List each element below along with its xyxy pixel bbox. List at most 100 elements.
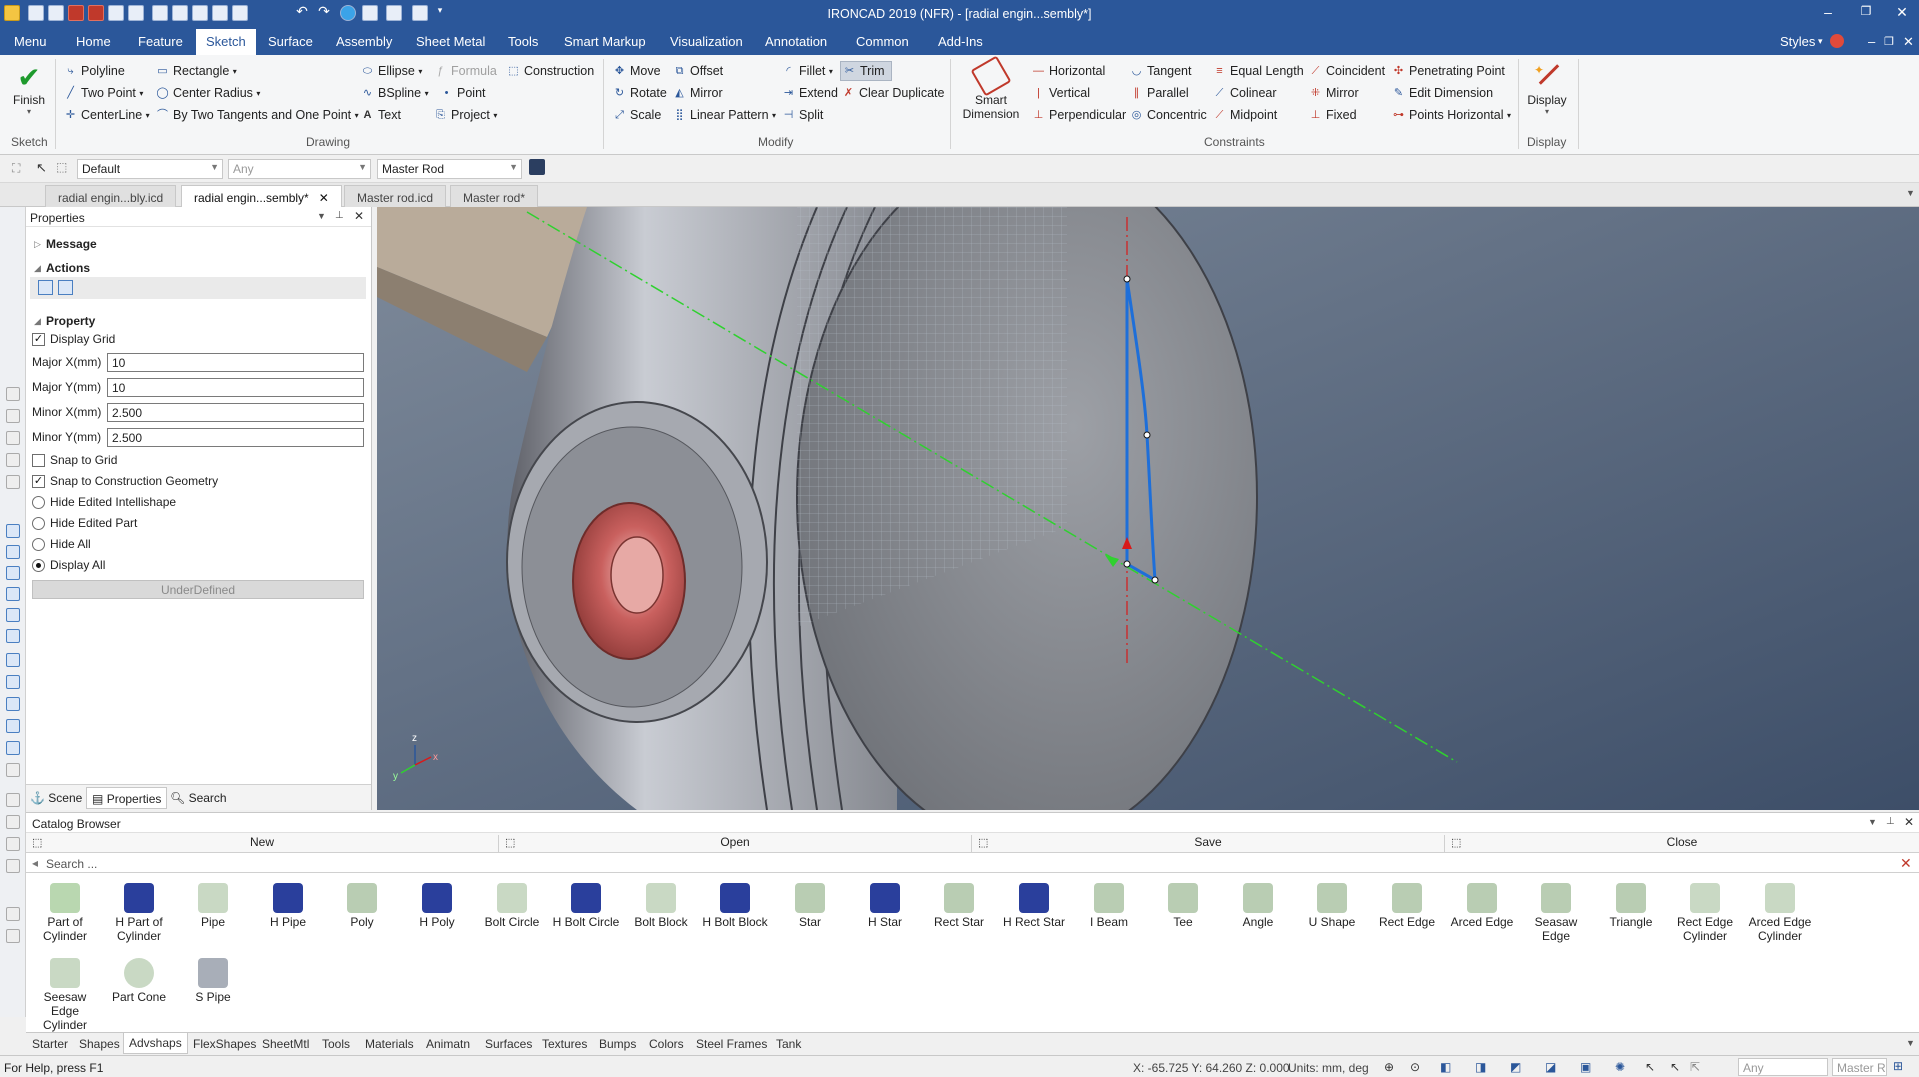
view-icon[interactable] xyxy=(6,545,20,559)
snap-construction-checkbox[interactable]: ✓ Snap to Construction Geometry xyxy=(32,474,218,488)
catalog-tab[interactable]: Animatn xyxy=(426,1037,470,1051)
view-cube-icon[interactable]: ◧ xyxy=(1440,1060,1451,1074)
catalog-tab[interactable]: Bumps xyxy=(599,1037,636,1051)
doc-tab[interactable]: Master rod.icd xyxy=(344,185,447,207)
pointer-icon[interactable]: ↖ xyxy=(1670,1060,1680,1074)
catalog-item[interactable]: Bolt Block xyxy=(624,883,698,929)
view-icon[interactable] xyxy=(6,587,20,601)
3d-viewport[interactable]: z x y xyxy=(377,207,1919,810)
catalog-item[interactable]: I Beam xyxy=(1072,883,1146,929)
edit-icon[interactable] xyxy=(38,280,53,295)
render-icon[interactable] xyxy=(6,675,20,689)
rotate-button[interactable]: ↻ Rotate xyxy=(613,86,667,100)
camera-icon[interactable]: ◪ xyxy=(1545,1060,1556,1074)
catalog-item[interactable]: H Rect Star xyxy=(997,883,1071,929)
render-icon[interactable] xyxy=(6,719,20,733)
minor-y-input[interactable]: 2.500 xyxy=(107,428,364,447)
part-combo[interactable]: Master Rod ▼ xyxy=(377,159,522,179)
catalog-item[interactable]: Poly xyxy=(325,883,399,929)
extend-button[interactable]: ⇥ Extend xyxy=(782,86,838,100)
zoom-icon[interactable]: ⊕ xyxy=(1384,1060,1394,1074)
mirror-button[interactable]: ◭ Mirror xyxy=(673,86,722,100)
render-icon[interactable] xyxy=(6,741,20,755)
tab-properties[interactable]: ▤ Properties xyxy=(86,787,168,809)
style-combo[interactable]: Default ▼ xyxy=(77,159,223,179)
tab-search[interactable]: 🔍︎ Search xyxy=(170,791,227,805)
horizontal-button[interactable]: — Horizontal xyxy=(1032,64,1105,78)
view-icon[interactable] xyxy=(6,524,20,538)
section-message[interactable]: ▷ Message xyxy=(34,237,97,251)
catalog-tab[interactable]: Tools xyxy=(322,1037,350,1051)
catalog-tab[interactable]: Steel Frames xyxy=(696,1037,767,1051)
catalog-tab[interactable]: Materials xyxy=(365,1037,414,1051)
tab-add-ins[interactable]: Add-Ins xyxy=(938,34,983,49)
major-x-input[interactable]: 10 xyxy=(107,353,364,372)
zoom-window-icon[interactable]: ⊙ xyxy=(1410,1060,1420,1074)
major-y-input[interactable]: 10 xyxy=(107,378,364,397)
scale-button[interactable]: ⤢ Scale xyxy=(613,108,661,122)
vertical-button[interactable]: | Vertical xyxy=(1032,86,1090,100)
table-icon[interactable] xyxy=(58,280,73,295)
two-point-button[interactable]: ╱ Two Point ▾ xyxy=(64,86,143,100)
doc-tab[interactable]: Master rod* xyxy=(450,185,539,207)
coincident-button[interactable]: ⟋ Coincident xyxy=(1309,64,1385,78)
minimize-icon[interactable]: – xyxy=(1818,4,1838,20)
catalog-item[interactable]: Tee xyxy=(1146,883,1220,929)
pin-icon[interactable]: ⊥ xyxy=(1886,816,1895,827)
tab-tools[interactable]: Tools xyxy=(508,34,538,49)
penetrating-point-button[interactable]: ✣ Penetrating Point xyxy=(1392,64,1505,78)
tab-assembly[interactable]: Assembly xyxy=(336,34,392,49)
status-filter-combo[interactable]: Any xyxy=(1738,1058,1828,1076)
lighting-icon[interactable]: ✺ xyxy=(1615,1060,1625,1074)
tool-icon[interactable] xyxy=(6,763,20,777)
catalog-close-button[interactable]: ⬚ Close xyxy=(1445,835,1919,852)
tab-home[interactable]: Home xyxy=(76,34,111,49)
colinear-button[interactable]: ⟋ Colinear xyxy=(1213,86,1277,100)
tab-smart-markup[interactable]: Smart Markup xyxy=(564,34,646,49)
doc-tab[interactable]: radial engin...bly.icd xyxy=(45,185,177,207)
catalog-item[interactable]: Part Cone xyxy=(102,958,176,1004)
section-property[interactable]: ◢ Property xyxy=(34,314,95,328)
hide-edited-intellishape-radio[interactable]: Hide Edited Intellishape xyxy=(32,495,176,509)
catalog-tab[interactable]: Shapes xyxy=(79,1037,120,1051)
catalog-item[interactable]: H Bolt Block xyxy=(698,883,772,929)
mdi-restore-icon[interactable]: ❐ xyxy=(1884,35,1894,48)
centerline-button[interactable]: ✛ CenterLine ▾ xyxy=(64,108,150,122)
catalog-item[interactable]: Seesaw Edge Cylinder xyxy=(28,958,102,1032)
view-icon[interactable] xyxy=(6,608,20,622)
catalog-tab[interactable]: Tank xyxy=(776,1037,801,1051)
catalog-item[interactable]: Arced Edge Cylinder xyxy=(1743,883,1817,943)
tool-icon[interactable] xyxy=(6,907,20,921)
midpoint-button[interactable]: ⟋ Midpoint xyxy=(1213,108,1278,122)
split-button[interactable]: ⊣ Split xyxy=(782,108,824,122)
constraint-mirror-button[interactable]: ⁜ Mirror xyxy=(1309,86,1359,100)
hide-edited-part-radio[interactable]: Hide Edited Part xyxy=(32,516,137,530)
catalog-item[interactable]: Triangle xyxy=(1594,883,1668,929)
tangent-button[interactable]: ◡ Tangent xyxy=(1130,64,1192,78)
catalog-item[interactable]: H Poly xyxy=(400,883,474,929)
parallel-button[interactable]: ∥ Parallel xyxy=(1130,86,1189,100)
pin-icon[interactable]: ⊥ xyxy=(335,210,344,221)
perpendicular-button[interactable]: ⊥ Perpendicular xyxy=(1032,108,1126,122)
tab-sheet-metal[interactable]: Sheet Metal xyxy=(416,34,485,49)
view-icon[interactable] xyxy=(6,629,20,643)
sketch-vertex[interactable] xyxy=(1123,560,1131,568)
catalog-tab-active[interactable]: Advshaps xyxy=(123,1033,188,1054)
tool-icon[interactable] xyxy=(6,859,20,873)
tool-icon[interactable] xyxy=(6,387,20,401)
catalog-tab[interactable]: Textures xyxy=(542,1037,587,1051)
tab-scene[interactable]: ⚓ Scene xyxy=(30,791,82,805)
move-button[interactable]: ✥ Move xyxy=(613,64,661,78)
tool-icon[interactable] xyxy=(6,793,20,807)
view-icon[interactable] xyxy=(6,566,20,580)
hide-all-radio[interactable]: Hide All xyxy=(32,537,91,551)
select-arrow-icon[interactable]: ↖ xyxy=(36,160,47,176)
tab-feature[interactable]: Feature xyxy=(138,34,183,49)
bspline-button[interactable]: ∿ BSpline ▾ xyxy=(361,86,429,100)
catalog-item[interactable]: H Bolt Circle xyxy=(549,883,623,929)
catalog-item[interactable]: Pipe xyxy=(176,883,250,929)
edit-dimension-button[interactable]: ✎ Edit Dimension xyxy=(1392,86,1493,100)
catalog-tab[interactable]: Starter xyxy=(32,1037,68,1051)
center-radius-button[interactable]: ◯ Center Radius ▾ xyxy=(156,86,260,100)
shading-icon[interactable]: ◩ xyxy=(1510,1060,1521,1074)
